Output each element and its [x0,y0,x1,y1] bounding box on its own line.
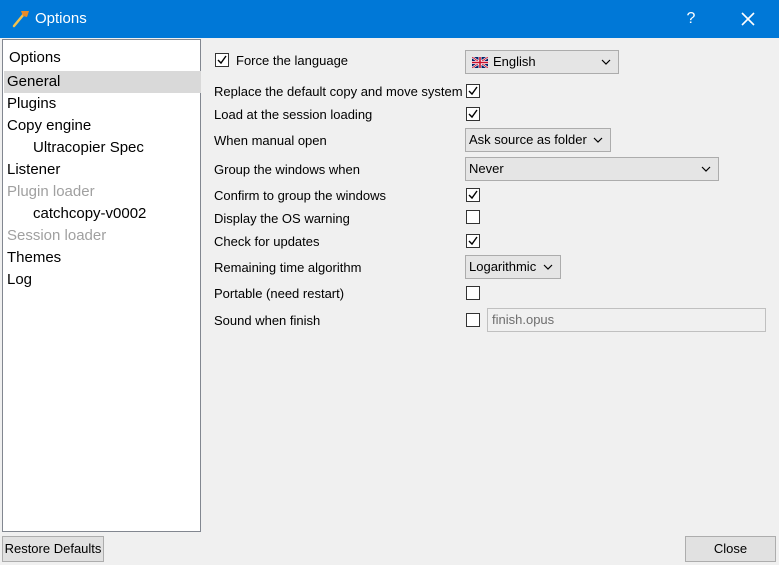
window-title: Options [35,10,87,27]
sound-finish-checkbox[interactable] [466,313,480,327]
sound-file-input[interactable]: finish.opus [487,308,766,332]
load-session-checkbox[interactable] [466,107,480,121]
nav-item-themes[interactable]: Themes [4,247,201,269]
close-icon[interactable] [737,8,759,30]
os-warning-checkbox[interactable] [466,210,480,224]
close-button[interactable]: Close [685,536,776,562]
replace-copy-label: Replace the default copy and move system [214,84,463,99]
language-select[interactable]: English [465,50,619,74]
replace-copy-checkbox[interactable] [466,84,480,98]
check-icon [468,236,478,246]
portable-label: Portable (need restart) [214,286,345,301]
nav-item-plugin-loader[interactable]: Plugin loader [4,181,201,203]
options-tree: Options General Plugins Copy engine Ultr… [2,39,201,532]
help-button[interactable]: ? [680,8,702,30]
nav-item-plugins[interactable]: Plugins [4,93,201,115]
tree-header: Options [9,49,61,66]
group-windows-label: Group the windows when [214,162,360,177]
nav-item-ultracopier-spec[interactable]: Ultracopier Spec [4,137,201,159]
portable-checkbox[interactable] [466,286,480,300]
manual-open-label: When manual open [214,133,327,148]
manual-open-value: Ask source as folder [469,132,587,147]
chevron-down-icon [593,137,603,143]
uk-flag-icon [472,57,488,68]
language-value: English [493,54,536,69]
check-icon [468,86,478,96]
remaining-time-label: Remaining time algorithm [214,260,362,275]
remaining-time-value: Logarithmic [469,259,537,274]
confirm-group-checkbox[interactable] [466,188,480,202]
nav-item-listener[interactable]: Listener [4,159,201,181]
check-icon [468,190,478,200]
remaining-time-select[interactable]: Logarithmic [465,255,561,279]
check-icon [468,109,478,119]
os-warning-label: Display the OS warning [214,211,350,226]
chevron-down-icon [543,264,553,270]
check-icon [217,55,227,65]
nav-item-general[interactable]: General [4,71,201,93]
force-language-label: Force the language [236,53,349,68]
restore-defaults-button[interactable]: Restore Defaults [2,536,104,562]
chevron-down-icon [701,166,711,172]
nav-item-session-loader[interactable]: Session loader [4,225,201,247]
group-windows-select[interactable]: Never [465,157,719,181]
nav-item-copy-engine[interactable]: Copy engine [4,115,201,137]
group-windows-value: Never [469,161,504,176]
title-bar: Options ? [0,0,779,38]
load-session-label: Load at the session loading [214,107,373,122]
check-updates-label: Check for updates [214,234,320,249]
manual-open-select[interactable]: Ask source as folder [465,128,611,152]
nav-item-catchcopy[interactable]: catchcopy-v0002 [4,203,201,225]
chevron-down-icon [601,59,611,65]
confirm-group-label: Confirm to group the windows [214,188,386,203]
force-language-checkbox[interactable] [215,53,229,67]
check-updates-checkbox[interactable] [466,234,480,248]
app-icon [12,11,29,28]
sound-finish-label: Sound when finish [214,313,321,328]
nav-item-log[interactable]: Log [4,269,201,291]
